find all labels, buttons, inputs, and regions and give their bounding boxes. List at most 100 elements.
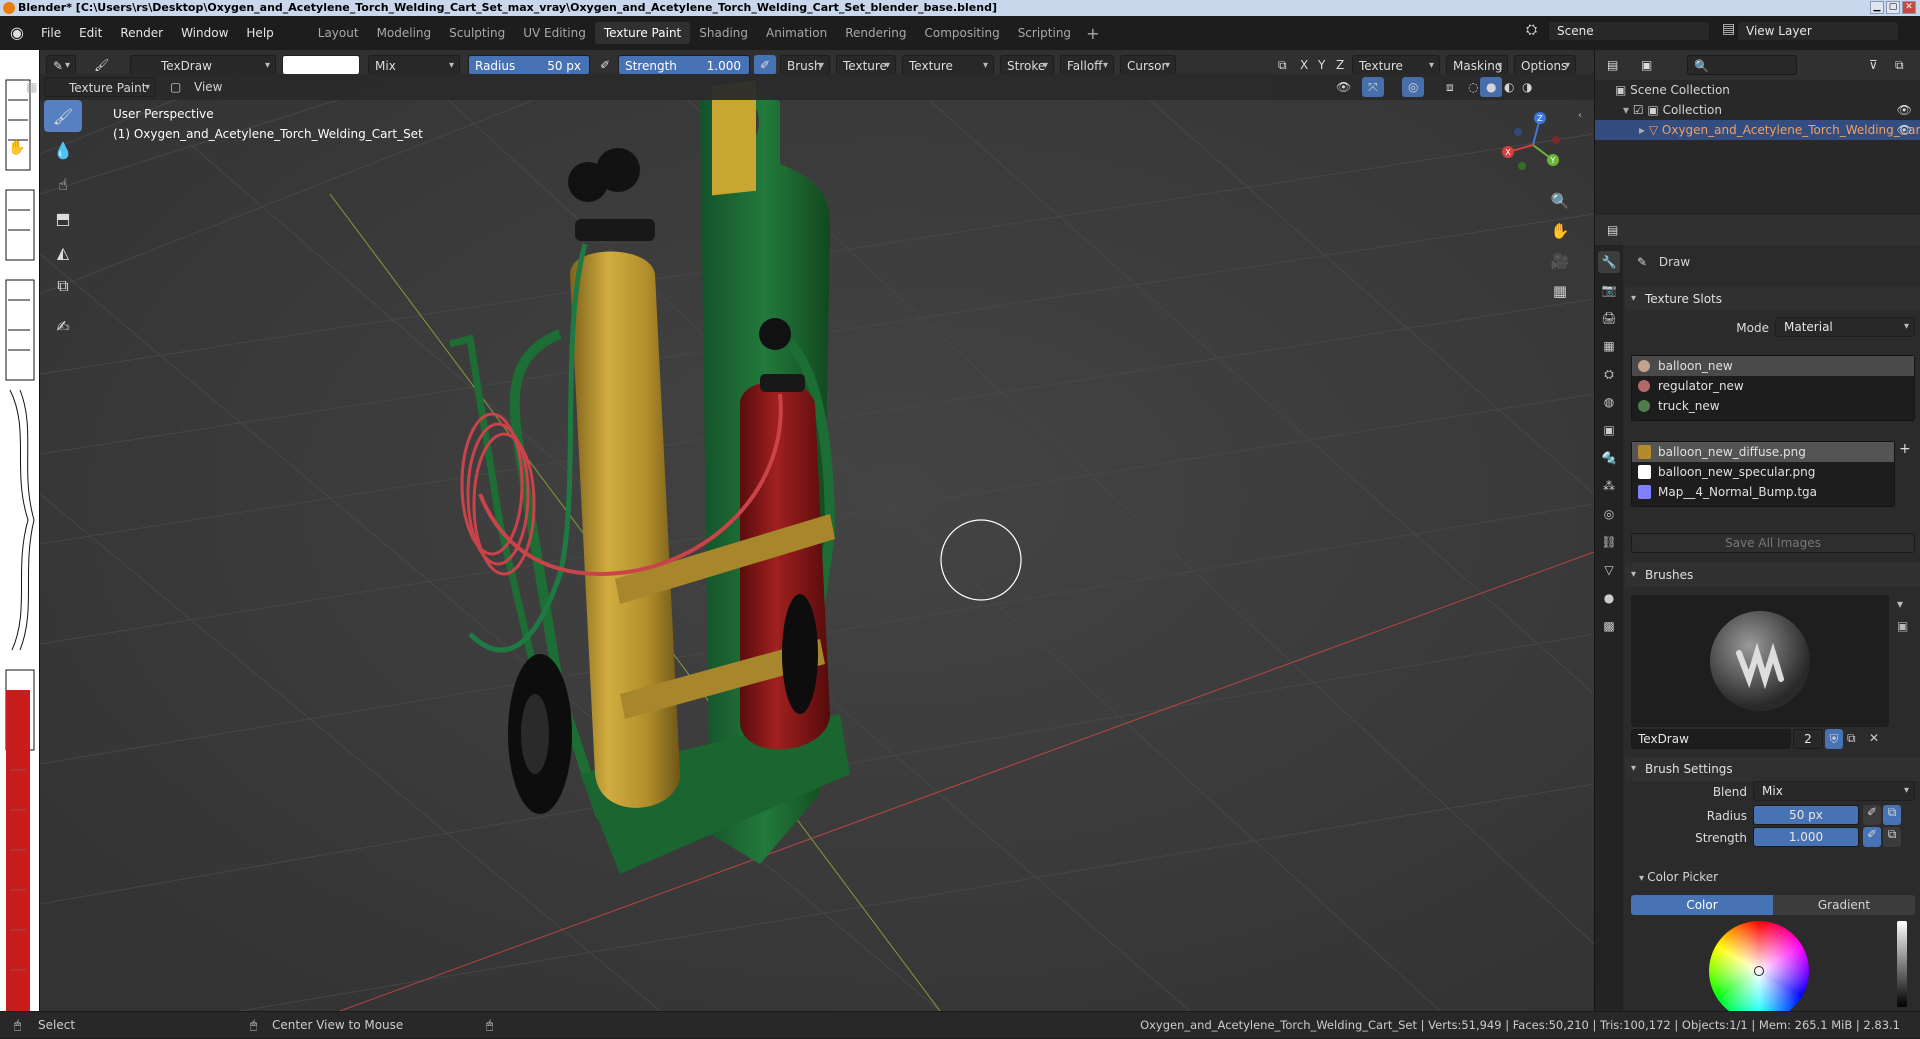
sidebar-toggle-icon[interactable]: ‹ (1578, 110, 1582, 121)
uv-hand-icon[interactable]: ✋ (8, 140, 25, 156)
strength-pressure-icon[interactable]: ✐ (754, 55, 777, 75)
tab-layout[interactable]: Layout (309, 22, 368, 44)
fill-tool-icon[interactable]: ◭ (44, 236, 82, 268)
brush-dropdown-icon[interactable]: ▾ (1897, 597, 1903, 611)
outliner-collection[interactable]: ▾ ☑ ▣ Collection 👁 (1595, 100, 1920, 120)
properties-editor-icon[interactable]: ▤ (1601, 220, 1624, 240)
strength-pressure-icon[interactable]: ✐ (1863, 827, 1881, 847)
radius-pressure-icon[interactable]: ✐ (1863, 805, 1881, 825)
visibility-icon[interactable]: 👁 (1330, 77, 1357, 97)
particles-tab-icon[interactable]: ⁂ (1598, 475, 1620, 497)
display-mode-icon[interactable]: ▣ (1635, 55, 1658, 75)
menu-texture[interactable]: Texture (836, 55, 896, 76)
color-tab[interactable]: Color (1631, 895, 1773, 915)
tool-mode-icon[interactable]: ✎ (46, 55, 76, 76)
menu-texture-slots[interactable]: Texture Slots (1352, 55, 1440, 93)
xray-icon[interactable]: ⧈ (1440, 77, 1460, 97)
mirror-z-toggle[interactable]: Z (1330, 55, 1350, 75)
add-workspace-button[interactable]: + (1080, 24, 1105, 43)
unlink-brush-icon[interactable]: ✕ (1869, 731, 1879, 745)
menu-stroke[interactable]: Stroke (1000, 55, 1054, 76)
close-button[interactable]: ✕ (1902, 1, 1916, 14)
grid-view-icon[interactable]: ▦ (1547, 278, 1573, 304)
smear-tool-icon[interactable]: ☝ (44, 168, 82, 200)
brush-preview[interactable] (1631, 595, 1889, 727)
toggle-box-icon[interactable]: ▢ (164, 77, 187, 97)
menu-brush[interactable]: Brush (780, 55, 830, 76)
material-item[interactable]: balloon_new (1632, 356, 1914, 376)
object-tab-icon[interactable]: ▣ (1598, 419, 1620, 441)
mask-tool-icon[interactable]: ⧉ (44, 270, 82, 302)
strength-field[interactable]: 1.000 (1753, 827, 1859, 847)
data-tab-icon[interactable]: ▽ (1598, 559, 1620, 581)
physics-tab-icon[interactable]: ◎ (1598, 503, 1620, 525)
filter-icon[interactable]: ⊽ (1863, 55, 1884, 75)
collection-checkbox[interactable]: ☑ (1633, 103, 1648, 117)
blend-mode-dropdown[interactable]: Mix (368, 55, 460, 76)
menu-cursor[interactable]: Cursor (1120, 55, 1176, 76)
menu-help[interactable]: Help (237, 26, 282, 40)
value-slider[interactable] (1897, 921, 1907, 1007)
radius-slider[interactable]: Radius 50 px (468, 55, 590, 75)
expand-arrow-icon[interactable]: ▾ (1623, 103, 1633, 117)
material-tab-icon[interactable]: ● (1598, 587, 1620, 609)
collection-visibility-icon[interactable]: 👁 (1897, 100, 1912, 120)
menu-render[interactable]: Render (111, 26, 172, 40)
brush-name-field[interactable]: TexDraw (130, 55, 276, 76)
scene-selector[interactable]: Scene (1548, 21, 1710, 41)
texture-slots-panel-header[interactable]: Texture Slots (1625, 287, 1920, 311)
3d-viewport[interactable] (40, 74, 1594, 1011)
expand-arrow-icon[interactable]: ▸ (1639, 123, 1649, 137)
brush-settings-panel-header[interactable]: Brush Settings (1625, 757, 1920, 781)
zoom-icon[interactable]: 🔍 (1547, 188, 1573, 214)
duplicate-brush-icon[interactable]: ⧉ (1847, 731, 1856, 746)
rendered-shading-icon[interactable]: ◑ (1516, 77, 1538, 97)
new-collection-icon[interactable]: ⧉ (1889, 55, 1910, 75)
menu-window[interactable]: Window (172, 26, 237, 40)
navigation-gizmo[interactable]: Z Y X (1498, 110, 1568, 180)
tab-compositing[interactable]: Compositing (915, 22, 1008, 44)
material-item[interactable]: regulator_new (1632, 376, 1914, 396)
tab-texture-paint[interactable]: Texture Paint (594, 22, 691, 44)
uv-image-editor-strip[interactable] (0, 50, 40, 1011)
symmetry-icon[interactable]: ⧉ (1272, 55, 1293, 75)
annotate-tool-icon[interactable]: ✍ (44, 310, 82, 342)
tab-modeling[interactable]: Modeling (368, 22, 441, 44)
color-wheel-cursor[interactable] (1754, 966, 1764, 976)
menu-falloff[interactable]: Falloff (1060, 55, 1114, 76)
outliner-object-row[interactable]: ▸ ▽ Oxygen_and_Acetylene_Torch_Welding_C… (1595, 120, 1920, 140)
strength-slider[interactable]: Strength 1.000 (618, 55, 750, 75)
blend-dropdown[interactable]: Mix (1753, 781, 1915, 801)
image-slot-item[interactable]: balloon_new_specular.png (1632, 462, 1894, 482)
tab-rendering[interactable]: Rendering (836, 22, 915, 44)
tab-animation[interactable]: Animation (757, 22, 836, 44)
blender-menu-icon[interactable]: ◉ (8, 24, 26, 42)
radius-field[interactable]: 50 px (1753, 805, 1859, 825)
brush-name-field[interactable]: TexDraw (1631, 729, 1791, 749)
brush-color-swatch[interactable] (282, 55, 360, 75)
outliner-scene-collection[interactable]: ▣ Scene Collection (1595, 80, 1920, 100)
clone-tool-icon[interactable]: ⬒ (44, 202, 82, 234)
minimize-button[interactable]: ▁ (1870, 1, 1884, 14)
maximize-button[interactable]: ▢ (1886, 1, 1900, 14)
object-visibility-icon[interactable]: 👁 (1897, 120, 1912, 140)
view-layer-tab-icon[interactable]: ▦ (1598, 335, 1620, 357)
save-all-images-button[interactable]: Save All Images (1631, 533, 1915, 553)
outliner-search-input[interactable]: 🔍 (1687, 55, 1797, 75)
pan-hand-icon[interactable]: ✋ (1547, 218, 1573, 244)
world-tab-icon[interactable]: ◍ (1598, 391, 1620, 413)
fake-user-shield-icon[interactable]: ⛨ (1825, 729, 1843, 749)
camera-icon[interactable]: 🎥 (1547, 248, 1573, 274)
radius-pressure-icon[interactable]: ✐ (594, 55, 616, 75)
scene-tab-icon[interactable]: ⛭ (1598, 363, 1620, 385)
image-slot-item[interactable]: Map__4_Normal_Bump.tga (1632, 482, 1894, 502)
soften-tool-icon[interactable]: 💧 (44, 134, 82, 166)
constraints-tab-icon[interactable]: ⛓ (1598, 531, 1620, 553)
menu-edit[interactable]: Edit (70, 26, 111, 40)
tab-uv-editing[interactable]: UV Editing (514, 22, 595, 44)
overlay-toggle-icon[interactable]: ◎ (1402, 77, 1425, 97)
menu-texture-mask[interactable]: Texture Mask (902, 55, 994, 93)
tab-scripting[interactable]: Scripting (1009, 22, 1080, 44)
color-wheel[interactable] (1709, 921, 1809, 1021)
menu-masking[interactable]: Masking (1446, 55, 1508, 76)
